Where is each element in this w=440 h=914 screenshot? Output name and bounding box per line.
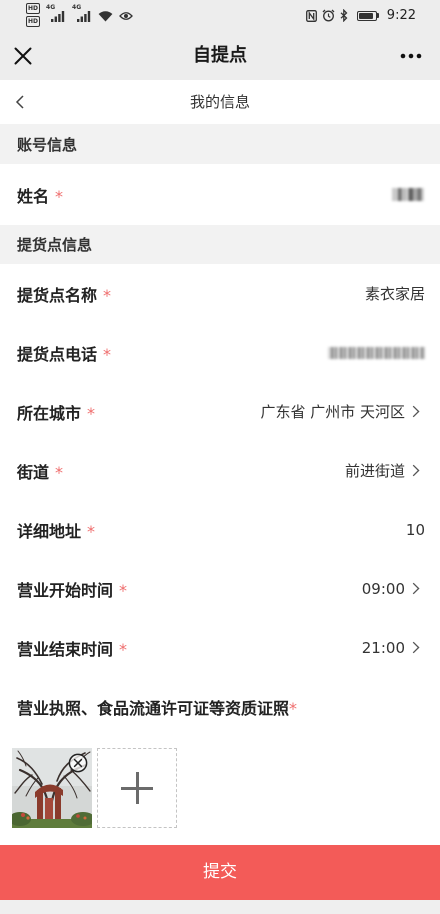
hd-badges: HD HD — [26, 3, 41, 27]
chevron-right-icon — [412, 641, 420, 654]
form-row-address[interactable]: 详细地址 * 10 — [0, 500, 440, 559]
battery-body — [356, 10, 377, 21]
field-label-text: 姓名 — [17, 186, 50, 206]
section-header-account: 账号信息 — [0, 124, 440, 164]
field-label-text: 营业执照、食品流通许可证等资质证照 — [17, 698, 290, 718]
nav-bar: 自提点 — [0, 32, 440, 80]
status-right-group: 9:22 — [305, 8, 416, 23]
required-mark: * — [55, 186, 64, 206]
required-mark: * — [119, 639, 128, 659]
alarm-icon — [322, 9, 335, 22]
nfc-icon — [305, 9, 317, 22]
eye-icon — [119, 12, 133, 20]
field-value: 09:00 — [361, 579, 405, 598]
battery-level-fill — [358, 12, 374, 19]
required-mark: * — [87, 521, 96, 541]
field-label: 营业执照、食品流通许可证等资质证照* — [17, 695, 297, 719]
required-mark: * — [289, 698, 298, 718]
hd-badge: HD — [26, 3, 41, 14]
field-label-text: 营业开始时间 — [17, 580, 114, 600]
more-icon[interactable] — [400, 53, 422, 59]
submit-button[interactable]: 提交 — [0, 845, 440, 900]
form-row-pickup-name[interactable]: 提货点名称 * 素衣家居 — [0, 264, 440, 323]
bottom-strip — [0, 900, 440, 914]
field-label-text: 提货点电话 — [17, 344, 98, 364]
field-value: 广东省 广州市 天河区 — [260, 403, 405, 421]
sim1-signal: 4G — [46, 3, 66, 27]
signal-icon — [77, 11, 91, 22]
section-header-pickup: 提货点信息 — [0, 225, 440, 264]
field-label: 营业结束时间 * — [17, 636, 127, 660]
field-label-text: 营业结束时间 — [17, 639, 114, 659]
form-row-license: 营业执照、食品流通许可证等资质证照* — [0, 677, 440, 736]
screen: HD HD 4G 4G 9:22 自提点 我的信息 账号信息 姓名 * 提货点信… — [0, 0, 440, 914]
page-title: 我的信息 — [189, 93, 250, 111]
network-label: 4G — [46, 4, 56, 11]
bluetooth-icon — [340, 9, 348, 22]
battery-cap — [376, 13, 379, 18]
field-label-text: 详细地址 — [17, 521, 82, 541]
required-mark: * — [87, 403, 96, 423]
required-mark: * — [103, 344, 112, 364]
form-row-open-time[interactable]: 营业开始时间 * 09:00 — [0, 559, 440, 618]
form-row-close-time[interactable]: 营业结束时间 * 21:00 — [0, 618, 440, 677]
network-label: 4G — [72, 4, 82, 11]
section-title: 提货点信息 — [17, 236, 93, 254]
status-bar: HD HD 4G 4G 9:22 — [0, 0, 440, 32]
required-mark: * — [119, 580, 128, 600]
field-value: 21:00 — [361, 638, 405, 657]
chevron-right-icon — [412, 582, 420, 595]
form-row-name[interactable]: 姓名 * — [0, 164, 440, 225]
field-label: 姓名 * — [17, 183, 63, 207]
field-value-wrap: 10 — [406, 521, 425, 539]
field-label-text: 提货点名称 — [17, 285, 98, 305]
field-label: 所在城市 * — [17, 400, 95, 424]
field-label: 街道 * — [17, 459, 63, 483]
field-label-text: 街道 — [17, 462, 50, 482]
wifi-icon — [98, 11, 113, 22]
uploaded-photo[interactable] — [9, 748, 95, 828]
form-row-street[interactable]: 街道 * 前进街道 — [0, 441, 440, 500]
field-value-wrap: 素衣家居 — [365, 283, 425, 304]
hd-badge: HD — [26, 16, 41, 27]
field-value: 前进街道 — [344, 462, 405, 480]
required-mark: * — [55, 462, 64, 482]
field-label: 提货点电话 * — [17, 341, 111, 365]
field-label: 详细地址 * — [17, 518, 95, 542]
masked-value — [392, 188, 424, 201]
battery-icon — [356, 10, 379, 21]
form-row-pickup-phone[interactable]: 提货点电话 * — [0, 323, 440, 382]
field-value-wrap: 广东省 广州市 天河区 — [260, 401, 425, 422]
add-photo-button[interactable] — [97, 748, 177, 828]
field-label: 提货点名称 * — [17, 282, 111, 306]
sim2-signal: 4G — [72, 3, 92, 27]
license-upload-area — [0, 736, 440, 845]
plus-icon-bar — [136, 772, 139, 804]
status-left-group: HD HD 4G 4G — [26, 3, 133, 27]
status-time: 9:22 — [386, 8, 416, 23]
nav-title: 自提点 — [193, 45, 247, 66]
field-value: 10 — [405, 520, 425, 539]
section-title: 账号信息 — [17, 135, 78, 154]
signal-icon — [51, 11, 65, 22]
chevron-right-icon — [412, 464, 420, 477]
field-value-wrap: 09:00 — [362, 580, 425, 598]
chevron-right-icon — [412, 405, 420, 418]
close-circle-icon[interactable] — [68, 753, 88, 773]
field-value: 素衣家居 — [364, 285, 425, 303]
field-value-wrap: 21:00 — [362, 639, 425, 657]
masked-value — [328, 346, 425, 359]
field-value-wrap: 前进街道 — [345, 460, 425, 481]
required-mark: * — [103, 285, 112, 305]
form-row-city[interactable]: 所在城市 * 广东省 广州市 天河区 — [0, 382, 440, 441]
field-label: 营业开始时间 * — [17, 577, 127, 601]
field-value-wrap — [328, 346, 425, 359]
page-header: 我的信息 — [0, 80, 440, 124]
field-value-wrap — [392, 188, 425, 201]
field-label-text: 所在城市 — [17, 403, 82, 423]
